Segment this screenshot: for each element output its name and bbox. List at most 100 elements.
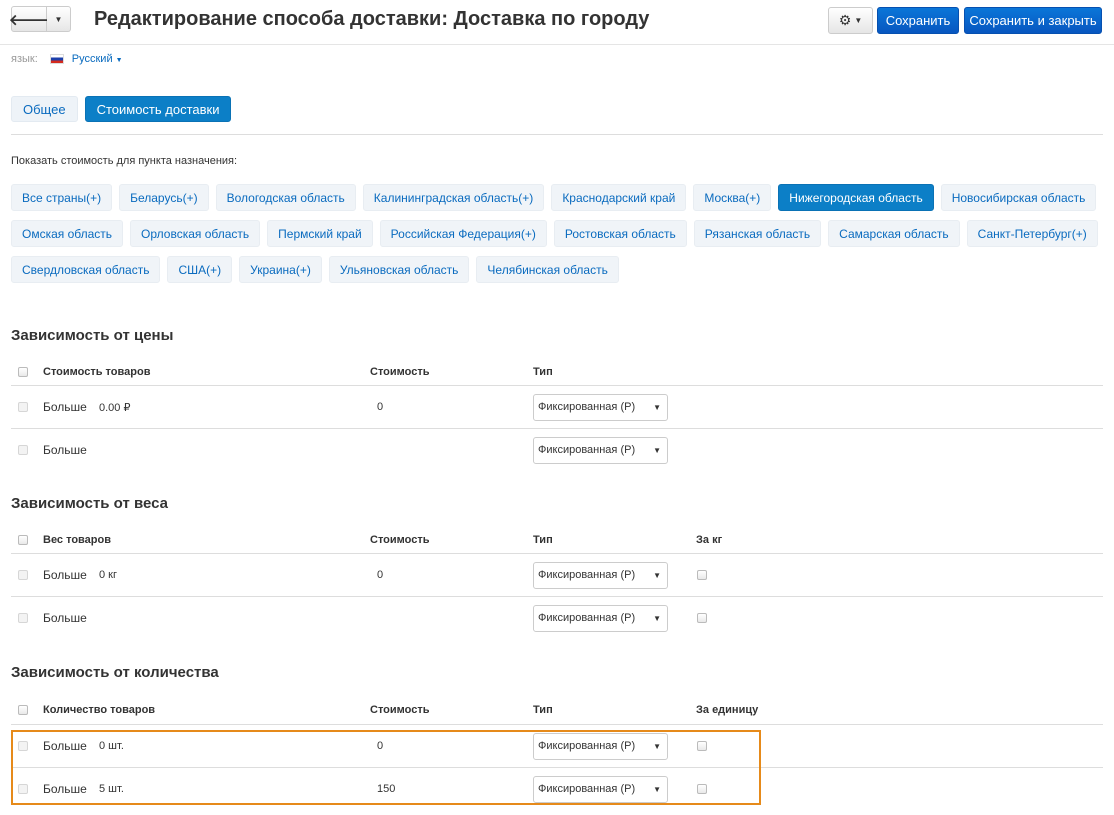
table-row: Больше 0 шт. 0 Фиксированная (Р) ▼ bbox=[11, 725, 1103, 768]
destination-chip[interactable]: Ростовская область bbox=[553, 220, 687, 247]
destination-chip[interactable]: Пермский край bbox=[267, 220, 373, 247]
caret-down-icon: ▼ bbox=[653, 402, 661, 412]
row-cost[interactable]: 0 bbox=[377, 725, 383, 767]
back-button-group: 🡐 ▼ bbox=[8, 6, 71, 32]
language-label: язык: bbox=[11, 53, 38, 65]
table-header: Стоимость товаров Стоимость Тип bbox=[11, 359, 1103, 386]
type-select[interactable]: Фиксированная (Р) ▼ bbox=[533, 604, 668, 632]
row-checkbox[interactable] bbox=[18, 570, 28, 580]
caret-down-icon: ▼ bbox=[54, 14, 63, 24]
column-header: Тип bbox=[533, 704, 553, 716]
destination-chip[interactable]: Ульяновская область bbox=[328, 256, 470, 283]
column-header: Тип bbox=[533, 366, 553, 378]
caret-down-icon: ▼ bbox=[653, 445, 661, 455]
row-checkbox[interactable] bbox=[18, 784, 28, 794]
quantity-section-title: Зависимость от количества bbox=[11, 664, 219, 681]
per-kg-checkbox[interactable] bbox=[697, 570, 707, 580]
language-value: Русский bbox=[71, 53, 113, 65]
destination-chip[interactable]: Нижегородская область bbox=[778, 184, 934, 211]
destination-chip[interactable]: Беларусь(+) bbox=[119, 184, 209, 211]
destination-chip[interactable]: Новосибирская область bbox=[940, 184, 1097, 211]
select-value: Фиксированная (Р) bbox=[538, 783, 636, 795]
caret-down-icon: ▼ bbox=[653, 613, 661, 623]
page-header: 🡐 ▼ Редактирование способа доставки: Дос… bbox=[0, 0, 1114, 45]
tab-general[interactable]: Общее bbox=[11, 96, 78, 122]
back-button[interactable]: 🡐 bbox=[8, 6, 50, 32]
table-header: Количество товаров Стоимость Тип За един… bbox=[11, 696, 1103, 725]
back-dropdown-button[interactable]: ▼ bbox=[47, 6, 71, 32]
type-select[interactable]: Фиксированная (Р) ▼ bbox=[533, 775, 668, 803]
column-header: Стоимость bbox=[370, 534, 430, 546]
table-row: Больше Фиксированная (Р) ▼ bbox=[11, 597, 1103, 639]
column-header: Количество товаров bbox=[43, 704, 156, 716]
destination-chip[interactable]: Самарская область bbox=[828, 220, 960, 247]
column-header: Тип bbox=[533, 534, 553, 546]
destination-chip[interactable]: США(+) bbox=[167, 256, 233, 283]
destination-chip[interactable]: Калининградская область(+) bbox=[362, 184, 545, 211]
language-dropdown[interactable]: Русский ▼ bbox=[72, 53, 123, 65]
caret-down-icon: ▼ bbox=[653, 784, 661, 794]
table-row: Больше 5 шт. 150 Фиксированная (Р) ▼ bbox=[11, 768, 1103, 810]
row-cost[interactable]: 150 bbox=[377, 768, 395, 810]
destination-chip[interactable]: Российская Федерация(+) bbox=[379, 220, 547, 247]
save-button[interactable]: Сохранить bbox=[877, 7, 959, 34]
type-select[interactable]: Фиксированная (Р) ▼ bbox=[533, 393, 668, 421]
weight-table: Вес товаров Стоимость Тип За кг Больше 0… bbox=[11, 527, 1103, 639]
select-all-checkbox[interactable] bbox=[18, 535, 28, 545]
tabs: Общее Стоимость доставки bbox=[11, 96, 232, 122]
destination-chip[interactable]: Все страны(+) bbox=[11, 184, 113, 211]
type-select[interactable]: Фиксированная (Р) ▼ bbox=[533, 561, 668, 589]
row-threshold: 5 шт. bbox=[99, 783, 124, 795]
price-table: Стоимость товаров Стоимость Тип Больше 0… bbox=[11, 359, 1103, 471]
destination-chip[interactable]: Челябинская область bbox=[476, 256, 619, 283]
destination-chip[interactable]: Свердловская область bbox=[11, 256, 161, 283]
destination-chips: Все страны(+) Беларусь(+) Вологодская обла… bbox=[11, 184, 1106, 283]
save-and-close-button[interactable]: Сохранить и закрыть bbox=[964, 7, 1102, 34]
table-header: Вес товаров Стоимость Тип За кг bbox=[11, 527, 1103, 554]
destination-chip[interactable]: Орловская область bbox=[130, 220, 261, 247]
row-checkbox[interactable] bbox=[18, 741, 28, 751]
type-select[interactable]: Фиксированная (Р) ▼ bbox=[533, 732, 668, 760]
row-label: Больше bbox=[43, 611, 87, 625]
row-threshold: 0 кг bbox=[99, 569, 117, 581]
table-row: Больше 0.00 ₽ 0 Фиксированная (Р) ▼ bbox=[11, 386, 1103, 429]
select-value: Фиксированная (Р) bbox=[538, 740, 636, 752]
row-checkbox[interactable] bbox=[18, 445, 28, 455]
per-kg-checkbox[interactable] bbox=[697, 613, 707, 623]
row-label: Больше bbox=[43, 739, 87, 753]
row-label: Больше bbox=[43, 400, 87, 414]
arrow-left-icon: 🡐 bbox=[8, 11, 50, 29]
destination-label: Показать стоимость для пункта назначения… bbox=[11, 155, 238, 167]
per-unit-checkbox[interactable] bbox=[697, 741, 707, 751]
per-unit-checkbox[interactable] bbox=[697, 784, 707, 794]
row-threshold: 0.00 ₽ bbox=[99, 401, 131, 414]
destination-chip[interactable]: Украина(+) bbox=[239, 256, 322, 283]
table-row: Больше Фиксированная (Р) ▼ bbox=[11, 429, 1103, 471]
gear-icon: ⚙ bbox=[838, 12, 852, 28]
destination-chip[interactable]: Москва(+) bbox=[693, 184, 772, 211]
select-value: Фиксированная (Р) bbox=[538, 612, 636, 624]
destination-chip[interactable]: Рязанская область bbox=[693, 220, 822, 247]
row-cost[interactable]: 0 bbox=[377, 386, 383, 428]
destination-chip[interactable]: Вологодская область bbox=[215, 184, 356, 211]
tab-delivery-cost[interactable]: Стоимость доставки bbox=[84, 96, 232, 122]
row-threshold: 0 шт. bbox=[99, 740, 124, 752]
row-checkbox[interactable] bbox=[18, 613, 28, 623]
destination-chip[interactable]: Краснодарский край bbox=[551, 184, 687, 211]
settings-menu-button[interactable]: ⚙ ▼ bbox=[828, 7, 873, 34]
destination-chip[interactable]: Омская область bbox=[11, 220, 124, 247]
column-header: Стоимость товаров bbox=[43, 366, 151, 378]
select-all-checkbox[interactable] bbox=[18, 705, 28, 715]
select-all-checkbox[interactable] bbox=[18, 367, 28, 377]
table-row: Больше 0 кг 0 Фиксированная (Р) ▼ bbox=[11, 554, 1103, 597]
price-section-title: Зависимость от цены bbox=[11, 327, 174, 344]
row-cost[interactable]: 0 bbox=[377, 554, 383, 596]
type-select[interactable]: Фиксированная (Р) ▼ bbox=[533, 436, 668, 464]
row-label: Больше bbox=[43, 782, 87, 796]
russia-flag-icon bbox=[49, 54, 64, 64]
caret-down-icon: ▼ bbox=[653, 570, 661, 580]
row-checkbox[interactable] bbox=[18, 402, 28, 412]
destination-chip[interactable]: Санкт-Петербург(+) bbox=[966, 220, 1098, 247]
row-label: Больше bbox=[43, 568, 87, 582]
select-value: Фиксированная (Р) bbox=[538, 401, 636, 413]
